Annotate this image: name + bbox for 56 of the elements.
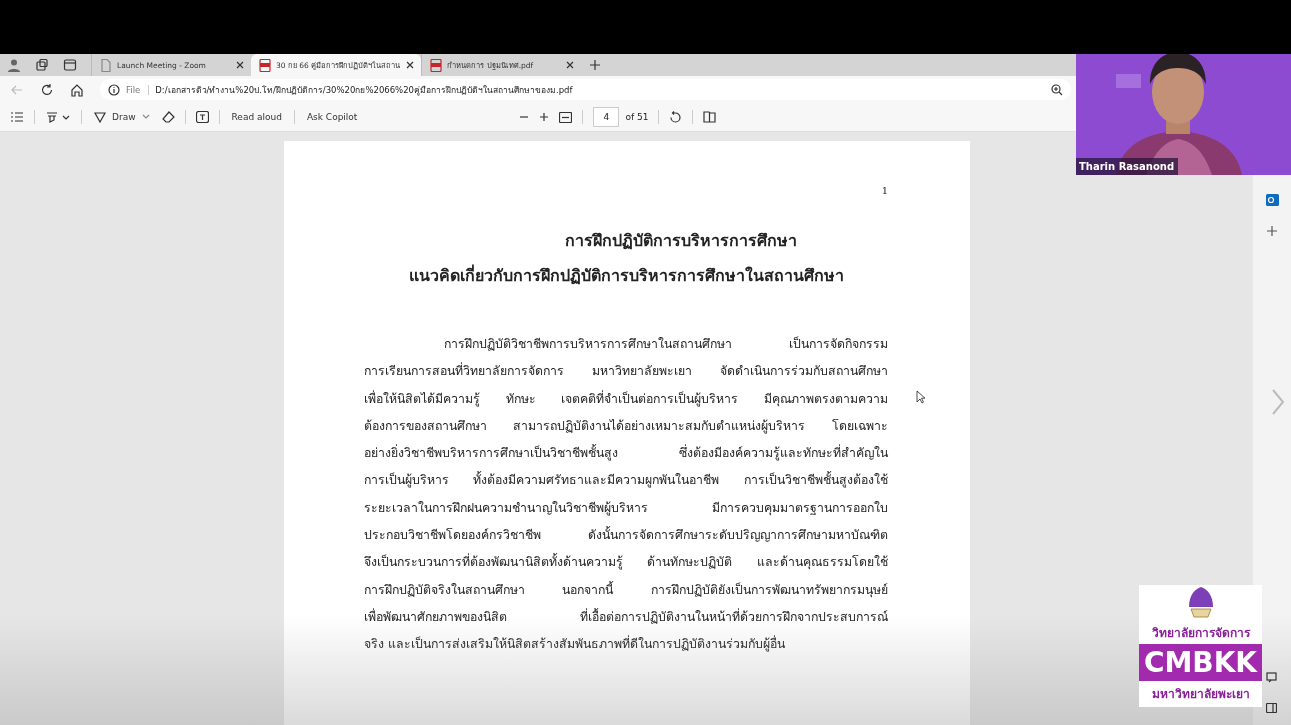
zoom-in-icon[interactable] — [1051, 83, 1063, 96]
logo-text: วิทยาลัยการจัดการ — [1151, 625, 1250, 642]
add-icon[interactable] — [1267, 226, 1277, 236]
ask-copilot-button[interactable]: Ask Copilot — [304, 110, 360, 124]
document-heading: การฝึกปฏิบัติการบริหารการศึกษา — [564, 230, 798, 252]
page-number: 1 — [880, 185, 888, 196]
logo-text: มหาวิทยาลัยพะเยา — [1151, 686, 1250, 703]
workspaces-icon[interactable] — [35, 58, 49, 72]
paragraph-line: จึงเป็นกระบวนการที่ต้องพัฒนานิสิตทั้งด้านความรู้ ด้านทักษะปฏิบัติ และด้านคุณธรรมโดยใช้ — [364, 552, 888, 572]
paragraph-line: ต้องการของสถานศึกษา สามารถปฏิบัติงานได้อย่างเหมาะสมกับตำแหน่งผู้บริหาร โดยเฉพาะ — [364, 417, 888, 436]
paragraph-line: จริง และเป็นการส่งเสริมให้นิสิตสร้างสัมพันธภาพที่ดีในการปฏิบัติงานร่วมกับผู้อื่น — [364, 634, 786, 654]
address-url: D:/เอกสารดิว/ทำงาน%20ป.โท/ฝึกปฏิบัติการ/30%20กย%2066%20คู่มือการฝึกปฏิบัติฯในสถานศึกษาของม.pdf — [155, 83, 574, 97]
read-aloud-button[interactable]: Read aloud — [229, 110, 284, 124]
logo-text: CMBKK — [1139, 644, 1262, 681]
paragraph-line: การฝึกปฏิบัติวิชาชีพการบริหารการศึกษาในสถานศึกษา เป็นการจัดกิจกรรม — [443, 335, 888, 353]
pdf-icon — [430, 58, 443, 72]
close-icon[interactable] — [565, 60, 576, 70]
feedback-icon[interactable] — [1266, 672, 1277, 683]
info-icon — [108, 83, 120, 96]
text-icon[interactable] — [195, 111, 209, 123]
paragraph-line: เพื่อให้นิสิตได้มีความรู้ ทักษะ เจตคติที่จำเป็นต่อการเป็นผู้บริหาร มีคุณภาพตรงตามความ — [364, 389, 888, 409]
address-field[interactable]: File D:/เอกสารดิว/ทำงาน%20ป.โท/ฝึกปฏิบัติการ/30%20กย%2066%20คู่มือการฝึกปฏิบัติฯในสถานศึกษาของม.pdf — [100, 79, 1071, 100]
cursor-icon — [916, 390, 925, 404]
paragraph-line: อย่างยิ่งวิชาชีพบริหารการศึกษาเป็นวิชาชีพชั้นสูง ซึ่งต้องมีองค์ความรู้และทักษะที่สำคัญใน — [364, 443, 888, 463]
close-icon[interactable] — [405, 60, 416, 70]
profile-icon[interactable] — [7, 58, 21, 72]
home-icon[interactable] — [70, 82, 84, 97]
fit-page-icon[interactable] — [559, 111, 573, 123]
zoom-in-icon[interactable] — [539, 112, 550, 122]
page-view-icon[interactable] — [703, 111, 717, 123]
sidebar-icon[interactable] — [1266, 703, 1277, 713]
page-count: of 51 — [625, 112, 649, 122]
paragraph-line: การเป็นผู้บริหาร ทั้งต้องมีความศรัทธาและมีความผูกพันในอาชีพ การเป็นวิชาชีพชั้นสูงต้องใช้ — [364, 470, 888, 490]
eraser-icon[interactable] — [161, 111, 175, 123]
draw-button[interactable]: Draw — [92, 109, 152, 125]
address-scheme: File — [126, 84, 150, 95]
participant-name: Tharin Rasanond — [1076, 158, 1179, 175]
contents-icon[interactable] — [10, 111, 24, 123]
document-heading: แนวคิดเกี่ยวกับการฝึกปฏิบัติการบริหารการศึกษาในสถานศึกษา — [407, 263, 845, 287]
pdf-icon — [259, 58, 271, 72]
paragraph-line: การเรียนการสอนที่วิทยาลัยการจัดการ มหาวิทยาลัยพะเยา จัดดำเนินการร่วมกับสถานศึกษา — [364, 361, 888, 381]
tab-actions-icon[interactable] — [63, 58, 77, 72]
paragraph-line: การฝึกปฏิบัติจริงในสถานศึกษา นอกจากนี้ การฝึกปฏิบัติยังเป็นการพัฒนาทรัพยากรมนุษย์ — [364, 580, 888, 600]
paragraph-line: เพื่อพัฒนาศักยภาพของนิสิต ที่เอื้อต่อการปฏิบัติงานในหน้าที่ด้วยการฝึกจากประสบการณ์ — [364, 607, 888, 626]
paragraph-line: ประกอบวิชาชีพโดยองค์กรวิชาชีพ ดังนั้นการจัดการศึกษาระดับปริญญาการศึกษามหาบัณฑิต — [364, 525, 888, 545]
pen-icon — [94, 111, 106, 123]
highlight-icon[interactable] — [45, 111, 71, 123]
new-tab-icon[interactable] — [589, 59, 602, 71]
caret-icon — [141, 114, 150, 120]
paragraph-line: ระยะเวลาในการฝึกฝนความชำนาญในวิชาชีพผู้บริหาร มีการควบคุมมาตรฐานการออกใบ — [364, 499, 888, 518]
close-icon[interactable] — [235, 60, 245, 70]
page-icon — [100, 58, 112, 72]
rotate-icon[interactable] — [669, 110, 683, 124]
refresh-icon[interactable] — [40, 82, 54, 97]
page-number-field[interactable]: 4 — [593, 107, 620, 127]
mail-icon[interactable] — [1265, 194, 1279, 206]
